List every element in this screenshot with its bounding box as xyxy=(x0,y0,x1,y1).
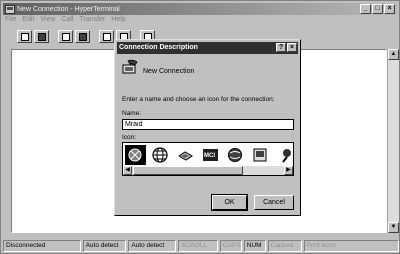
connection-description-dialog: Connection Description ? × New Connectio… xyxy=(114,39,301,216)
window-title: New Connection - HyperTerminal xyxy=(17,5,120,13)
menu-help[interactable]: Help xyxy=(111,16,125,26)
phone-icon[interactable] xyxy=(125,145,146,165)
dialog-help-button[interactable]: ? xyxy=(276,43,286,52)
mci-icon[interactable]: MCI xyxy=(200,145,221,165)
cancel-button[interactable]: Cancel xyxy=(254,195,294,210)
new-icon[interactable] xyxy=(17,30,32,43)
hyperterminal-window: New Connection - HyperTerminal _ □ × Fil… xyxy=(0,0,400,254)
name-label: Name: xyxy=(122,110,142,117)
instruction-text: Enter a name and choose an icon for the … xyxy=(122,96,275,103)
status-print-echo: Print echo xyxy=(303,240,399,252)
menu-file[interactable]: File xyxy=(5,16,16,26)
menu-transfer[interactable]: Transfer xyxy=(79,16,105,26)
envelope-icon[interactable] xyxy=(250,145,271,165)
menu-view[interactable]: View xyxy=(40,16,55,26)
status-num: NUM xyxy=(243,240,266,252)
connection-phone-icon xyxy=(122,59,138,74)
name-field[interactable] xyxy=(122,119,294,130)
menu-call[interactable]: Call xyxy=(61,16,73,26)
vertical-scrollbar[interactable]: ▲ ▼ xyxy=(387,49,399,233)
status-settings: Auto detect xyxy=(128,240,177,252)
scroll-right-icon[interactable]: ▶ xyxy=(284,166,293,175)
maximize-button[interactable]: □ xyxy=(372,4,383,14)
status-capture: Capture xyxy=(267,240,302,252)
ok-button[interactable]: OK xyxy=(211,194,248,211)
close-button[interactable]: × xyxy=(384,4,395,14)
status-emulation: Auto detect xyxy=(82,240,127,252)
icon-label: Icon: xyxy=(122,134,137,141)
properties-icon[interactable] xyxy=(75,30,90,43)
svg-text:MCI: MCI xyxy=(204,153,215,159)
scroll-down-icon[interactable]: ▼ xyxy=(388,222,399,233)
connection-name-label: New Connection xyxy=(143,68,195,75)
open-icon[interactable] xyxy=(34,30,49,43)
status-scroll: SCROLL xyxy=(178,240,218,252)
scroll-left-icon[interactable]: ◀ xyxy=(123,166,132,175)
handset-icon[interactable] xyxy=(275,145,296,165)
window-titlebar[interactable]: New Connection - HyperTerminal _ □ × xyxy=(3,3,397,15)
menu-edit[interactable]: Edit xyxy=(22,16,34,26)
icon-scrollbar[interactable]: ◀ ▶ xyxy=(123,166,293,175)
icon-list[interactable]: MCI ◀ ▶ xyxy=(122,142,294,176)
menu-bar: File Edit View Call Transfer Help xyxy=(5,16,126,26)
computer-icon[interactable] xyxy=(175,145,196,165)
hyperterminal-app-icon[interactable] xyxy=(5,4,15,14)
status-bar: Disconnected Auto detect Auto detect SCR… xyxy=(3,240,399,253)
scrollbar-thumb[interactable] xyxy=(133,166,243,175)
status-connection: Disconnected xyxy=(3,240,81,252)
dialog-titlebar[interactable]: Connection Description xyxy=(117,42,298,54)
minimize-button[interactable]: _ xyxy=(360,4,371,14)
send-icon[interactable] xyxy=(99,30,114,43)
disconnect-icon[interactable] xyxy=(58,30,73,43)
globe-icon[interactable] xyxy=(150,145,171,165)
scroll-up-icon[interactable]: ▲ xyxy=(388,49,399,60)
globe-phone-icon[interactable] xyxy=(225,145,246,165)
dialog-close-button[interactable]: × xyxy=(287,43,297,52)
dialog-title: Connection Description xyxy=(119,44,198,51)
status-caps: CAPS xyxy=(219,240,242,252)
